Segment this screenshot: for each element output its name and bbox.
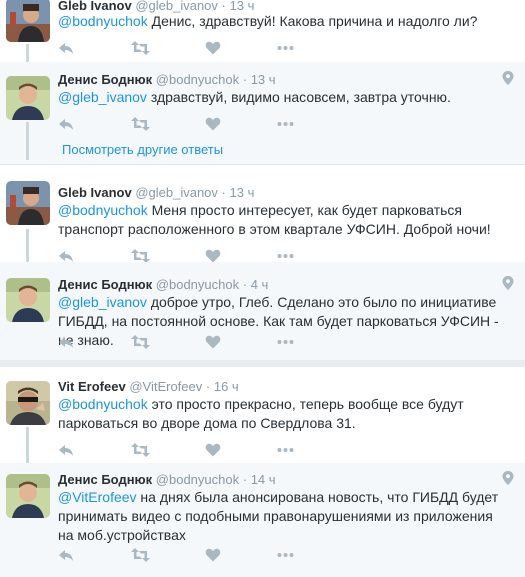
mention-link[interactable]: @gleb_ivanov	[58, 89, 147, 105]
avatar-gleb[interactable]	[6, 0, 50, 42]
mention-link[interactable]: @bodnyuchok	[58, 396, 148, 412]
reply-icon[interactable]	[58, 442, 74, 458]
more-icon[interactable]	[277, 334, 294, 350]
reply-icon[interactable]	[58, 547, 74, 563]
tweet-gleb-1[interactable]: Gleb Ivanov @gleb_ivanov · 13 ч @bodnyuc…	[0, 0, 525, 62]
tweet-text: @bodnyuchok Меня просто интересует, как …	[58, 201, 508, 239]
thread-line	[26, 427, 29, 463]
more-icon[interactable]	[277, 116, 294, 132]
like-icon[interactable]	[205, 547, 221, 563]
conversation-thread-2: Vit Erofeev @VitErofeev · 16 ч @bodnyuch…	[0, 367, 525, 577]
tweet-body: Денис, здравствуй! Какова причина и надо…	[147, 13, 478, 29]
fullname[interactable]: Vit Erofeev	[58, 379, 126, 394]
reply-icon[interactable]	[58, 334, 74, 350]
separator: ·	[205, 379, 211, 394]
reply-icon[interactable]	[58, 40, 74, 56]
username[interactable]: @bodnyuchok	[156, 472, 239, 487]
tweet-denis-1[interactable]: Денис Боднюк @bodnyuchok · 13 ч @gleb_iv…	[0, 62, 525, 164]
show-more-replies-link[interactable]: Посмотреть другие ответы	[62, 142, 223, 158]
more-icon[interactable]	[277, 442, 294, 458]
separator: ·	[242, 72, 248, 87]
avatar-gleb[interactable]	[6, 181, 50, 225]
retweet-icon[interactable]	[131, 334, 150, 350]
like-icon[interactable]	[205, 40, 221, 56]
separator: ·	[221, 185, 226, 200]
tweet-body: здравствуй, видимо насовсем, завтра уточ…	[146, 89, 451, 105]
mention-link[interactable]: @bodnyuchok	[58, 13, 148, 29]
retweet-icon[interactable]	[131, 547, 150, 563]
username[interactable]: @VitErofeev	[129, 379, 202, 394]
thread-line	[26, 229, 29, 263]
retweet-icon[interactable]	[131, 442, 150, 458]
mention-link[interactable]: @gleb_ivanov	[58, 294, 147, 310]
mention-link[interactable]: @bodnyuchok	[58, 202, 148, 218]
like-icon[interactable]	[205, 442, 221, 458]
username[interactable]: @bodnyuchok	[156, 72, 239, 87]
timestamp[interactable]: 16 ч	[214, 379, 239, 394]
reply-icon[interactable]	[58, 116, 74, 132]
like-icon[interactable]	[205, 334, 221, 350]
thread-line	[26, 122, 29, 160]
more-icon[interactable]	[277, 547, 294, 563]
tweet-actions	[58, 334, 318, 350]
retweet-icon[interactable]	[131, 40, 150, 56]
separator: ·	[242, 472, 248, 487]
conversation-thread-1: Gleb Ivanov @gleb_ivanov · 13 ч @bodnyuc…	[0, 0, 525, 360]
tweet-text: @gleb_ivanov здравствуй, видимо насовсем…	[58, 88, 508, 107]
location-pin-icon[interactable]	[502, 471, 514, 485]
thread-line	[26, 44, 29, 62]
tweet-text: @bodnyuchok Денис, здравствуй! Какова пр…	[58, 12, 508, 31]
avatar-denis[interactable]	[6, 474, 50, 518]
tweet-actions	[58, 40, 318, 56]
username[interactable]: @bodnyuchok	[156, 277, 239, 292]
location-pin-icon[interactable]	[502, 276, 514, 290]
avatar-vit[interactable]	[6, 381, 50, 425]
fullname[interactable]: Gleb Ivanov	[58, 185, 132, 200]
location-pin-icon[interactable]	[502, 71, 514, 85]
timestamp[interactable]: 13 ч	[230, 185, 255, 200]
tweet-actions	[58, 116, 318, 132]
tweet-header: Денис Боднюк @bodnyuchok · 13 ч	[58, 72, 276, 88]
tweet-text: @bodnyuchok это просто прекрасно, теперь…	[58, 395, 508, 433]
username[interactable]: @gleb_ivanov	[135, 185, 218, 200]
timestamp[interactable]: 4 ч	[251, 277, 269, 292]
fullname[interactable]: Денис Боднюк	[58, 277, 152, 292]
tweet-header: Vit Erofeev @VitErofeev · 16 ч	[58, 379, 239, 395]
tweet-vit[interactable]: Vit Erofeev @VitErofeev · 16 ч @bodnyuch…	[0, 367, 525, 463]
like-icon[interactable]	[205, 116, 221, 132]
tweet-actions	[58, 442, 318, 458]
separator: ·	[242, 277, 248, 292]
mention-link[interactable]: @VitErofeev	[58, 489, 137, 505]
timestamp[interactable]: 13 ч	[251, 72, 276, 87]
tweet-header: Gleb Ivanov @gleb_ivanov · 13 ч	[58, 185, 254, 201]
tweet-gleb-2[interactable]: Gleb Ivanov @gleb_ivanov · 13 ч @bodnyuc…	[0, 164, 525, 263]
tweet-header: Денис Боднюк @bodnyuchok · 4 ч	[58, 277, 268, 293]
tweet-actions	[58, 547, 318, 563]
fullname[interactable]: Денис Боднюк	[58, 472, 152, 487]
retweet-icon[interactable]	[131, 116, 150, 132]
tweet-header: Денис Боднюк @bodnyuchok · 14 ч	[58, 472, 276, 488]
fullname[interactable]: Денис Боднюк	[58, 72, 152, 87]
more-icon[interactable]	[277, 40, 294, 56]
tweet-denis-3[interactable]: Денис Боднюк @bodnyuchok · 14 ч @VitErof…	[0, 463, 525, 577]
tweet-text: @VitErofeev на днях была анонсирована но…	[58, 488, 508, 545]
timestamp[interactable]: 14 ч	[251, 472, 276, 487]
avatar-denis[interactable]	[6, 278, 50, 322]
tweet-denis-2[interactable]: Денис Боднюк @bodnyuchok · 4 ч @gleb_iva…	[0, 262, 525, 360]
avatar-denis[interactable]	[6, 76, 50, 120]
